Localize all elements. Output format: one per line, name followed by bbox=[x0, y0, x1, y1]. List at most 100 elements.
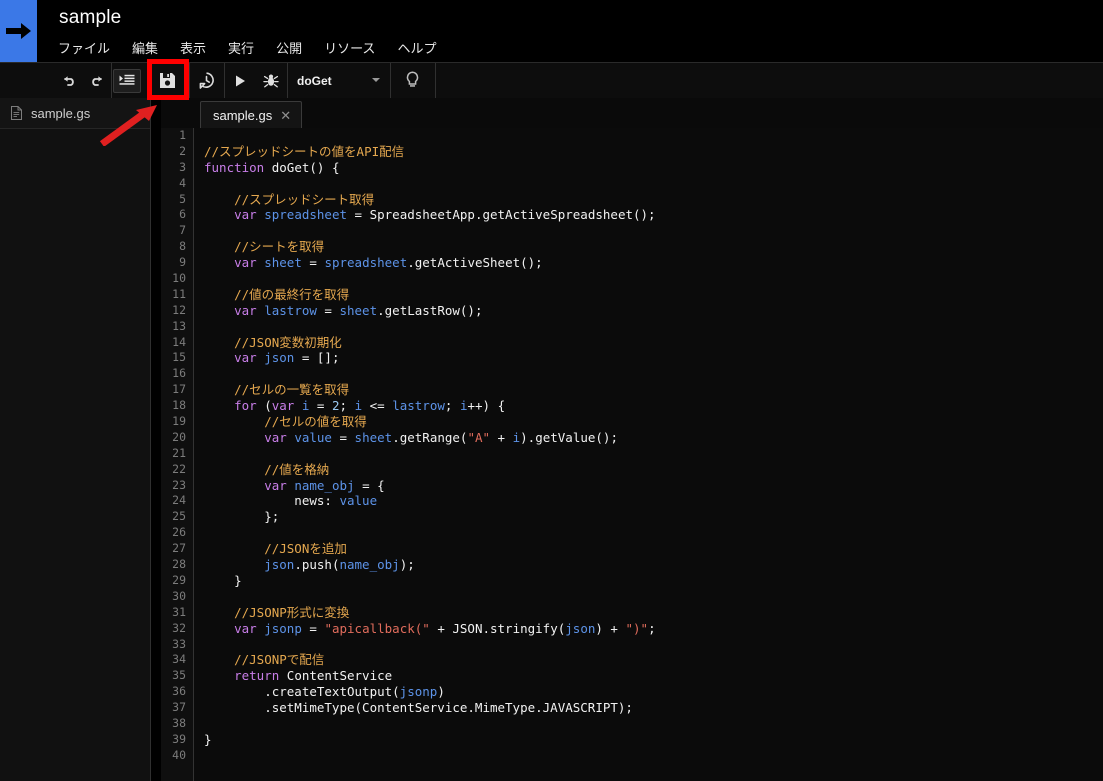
hint-button[interactable] bbox=[390, 63, 436, 98]
code-line[interactable]: //値を格納 bbox=[194, 462, 1103, 478]
line-number: 30 bbox=[172, 588, 186, 603]
menu-edit[interactable]: 編集 bbox=[132, 36, 168, 59]
code-line[interactable]: //JSONPで配信 bbox=[194, 652, 1103, 668]
code-line[interactable]: var name_obj = { bbox=[194, 478, 1103, 494]
code-line[interactable]: //シートを取得 bbox=[194, 239, 1103, 255]
code-line[interactable]: }; bbox=[194, 509, 1103, 525]
toolbar-group-indent bbox=[111, 63, 148, 98]
menu-run[interactable]: 実行 bbox=[228, 36, 264, 59]
version-history-button[interactable] bbox=[191, 67, 221, 94]
close-icon[interactable]: ✕ bbox=[280, 109, 291, 122]
save-icon bbox=[159, 73, 175, 88]
code-token: .getActiveSheet(); bbox=[407, 255, 543, 271]
code-area[interactable]: 1 2 3 4 5 6 7 8 9 10 11 12 13 14 15 16 17 18 19 20 21 22 23 24 2… bbox=[161, 128, 1103, 781]
code-token: } bbox=[204, 572, 242, 588]
code-token: = []; bbox=[294, 350, 340, 366]
code-line[interactable]: //JSON変数初期化 bbox=[194, 335, 1103, 351]
code-token: return bbox=[234, 668, 280, 684]
app-logo[interactable] bbox=[0, 0, 37, 62]
function-select[interactable]: doGet bbox=[287, 63, 391, 98]
menu-resources[interactable]: リソース bbox=[324, 36, 385, 59]
code-line[interactable]: json.push(name_obj); bbox=[194, 557, 1103, 573]
code-token: var bbox=[234, 350, 257, 366]
code-line[interactable]: //値の最終行を取得 bbox=[194, 287, 1103, 303]
code-token: = bbox=[309, 398, 332, 414]
menu-file[interactable]: ファイル bbox=[58, 36, 120, 59]
code-line[interactable] bbox=[194, 366, 1103, 382]
document-title[interactable]: sample bbox=[59, 7, 121, 29]
code-line[interactable]: return ContentService bbox=[194, 668, 1103, 684]
code-line[interactable] bbox=[194, 716, 1103, 732]
menu-publish[interactable]: 公開 bbox=[276, 36, 312, 59]
code-line[interactable]: } bbox=[194, 732, 1103, 748]
code-token: //セルの一覧を取得 bbox=[204, 382, 350, 398]
line-number: 2 bbox=[179, 143, 186, 158]
code-token: sheet bbox=[354, 429, 393, 445]
line-number: 28 bbox=[172, 557, 186, 572]
code-line[interactable] bbox=[194, 271, 1103, 287]
code-token: value bbox=[339, 493, 378, 509]
code-token: value bbox=[294, 429, 332, 445]
line-number: 14 bbox=[172, 334, 186, 349]
code-token: var bbox=[234, 207, 257, 223]
line-number: 25 bbox=[172, 509, 186, 524]
menu-help[interactable]: ヘルプ bbox=[397, 36, 446, 59]
code-line[interactable] bbox=[194, 748, 1103, 764]
code-token: .createTextOutput( bbox=[204, 684, 400, 700]
code-line[interactable]: var json = []; bbox=[194, 350, 1103, 366]
code-line[interactable] bbox=[194, 589, 1103, 605]
code-line[interactable] bbox=[194, 223, 1103, 239]
code-line[interactable]: var value = sheet.getRange("A" + i).getV… bbox=[194, 430, 1103, 446]
code-line[interactable]: //JSONを追加 bbox=[194, 541, 1103, 557]
code-line[interactable]: news: value bbox=[194, 493, 1103, 509]
line-number: 21 bbox=[172, 445, 186, 460]
code-token: var bbox=[234, 302, 257, 318]
code-line[interactable]: var sheet = spreadsheet.getActiveSheet()… bbox=[194, 255, 1103, 271]
save-button[interactable] bbox=[149, 67, 185, 94]
code-token: //値の最終行を取得 bbox=[204, 286, 350, 302]
code-line[interactable]: //JSONP形式に変換 bbox=[194, 605, 1103, 621]
code-line[interactable]: //スプレッドシート取得 bbox=[194, 192, 1103, 208]
clock-history-icon bbox=[199, 72, 214, 89]
code-token: json bbox=[565, 620, 596, 636]
code-line[interactable]: var jsonp = "apicallback(" + JSON.string… bbox=[194, 621, 1103, 637]
code-line[interactable]: for (var i = 2; i <= lastrow; i++) { bbox=[194, 398, 1103, 414]
line-number: 36 bbox=[172, 684, 186, 699]
redo-button[interactable] bbox=[85, 67, 109, 94]
code-line[interactable]: //スプレッドシートの値をAPI配信 bbox=[194, 144, 1103, 160]
code-token: json bbox=[264, 557, 295, 573]
code-line[interactable] bbox=[194, 525, 1103, 541]
code-line[interactable] bbox=[194, 128, 1103, 144]
menu-view[interactable]: 表示 bbox=[180, 36, 216, 59]
code-content[interactable]: //スプレッドシートの値をAPI配信 function doGet() { //ス… bbox=[194, 128, 1103, 781]
sidebar-file-sample-gs[interactable]: sample.gs bbox=[0, 98, 150, 129]
debug-button[interactable] bbox=[258, 67, 286, 94]
code-line[interactable]: var lastrow = sheet.getLastRow(); bbox=[194, 303, 1103, 319]
code-token: lastrow bbox=[264, 302, 317, 318]
toolbar-group-save bbox=[147, 63, 190, 98]
code-line[interactable] bbox=[194, 446, 1103, 462]
code-line[interactable]: //セルの値を取得 bbox=[194, 414, 1103, 430]
code-line[interactable]: } bbox=[194, 573, 1103, 589]
code-line[interactable] bbox=[194, 319, 1103, 335]
code-line[interactable]: .setMimeType(ContentService.MimeType.JAV… bbox=[194, 700, 1103, 716]
code-token: = { bbox=[354, 477, 385, 493]
code-line[interactable]: .createTextOutput(jsonp) bbox=[194, 684, 1103, 700]
code-line[interactable]: var spreadsheet = SpreadsheetApp.getActi… bbox=[194, 207, 1103, 223]
code-line[interactable]: //セルの一覧を取得 bbox=[194, 382, 1103, 398]
code-line[interactable] bbox=[194, 637, 1103, 653]
run-button[interactable] bbox=[226, 67, 254, 94]
code-token: i bbox=[354, 398, 363, 414]
code-line[interactable]: function doGet() { bbox=[194, 160, 1103, 176]
indent-button[interactable] bbox=[113, 68, 141, 93]
line-number: 27 bbox=[172, 541, 186, 556]
line-number: 38 bbox=[172, 715, 186, 730]
code-line[interactable] bbox=[194, 176, 1103, 192]
line-number: 33 bbox=[172, 636, 186, 651]
undo-button[interactable] bbox=[57, 67, 81, 94]
tab-sample-gs[interactable]: sample.gs ✕ bbox=[200, 101, 303, 129]
